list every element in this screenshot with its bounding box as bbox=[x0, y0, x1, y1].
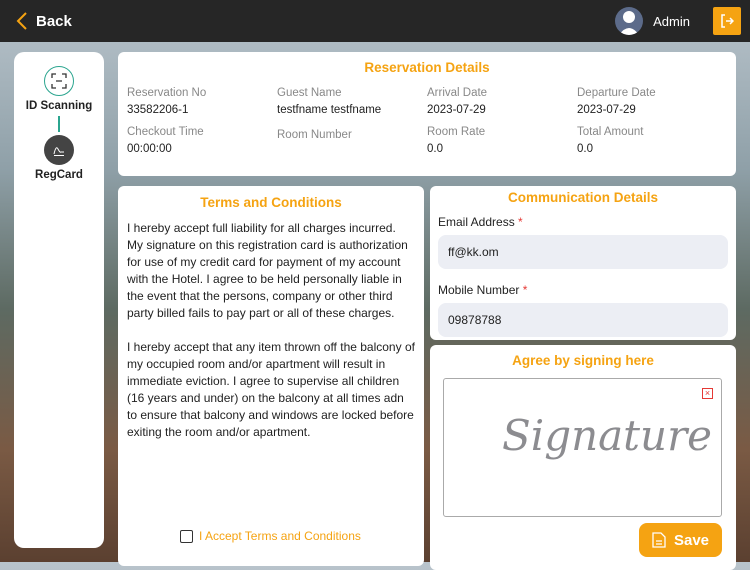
field-departure-date: Departure Date 2023-07-29 bbox=[577, 87, 656, 116]
signature-card: Agree by signing here × Signature Save bbox=[430, 345, 736, 570]
card-title: Communication Details bbox=[507, 190, 659, 205]
step-regcard[interactable]: RegCard bbox=[14, 135, 104, 181]
checkbox[interactable] bbox=[180, 529, 193, 543]
user-name: Admin bbox=[653, 13, 690, 29]
mobile-input[interactable]: 09878788 bbox=[438, 303, 728, 337]
back-button[interactable]: Back bbox=[16, 11, 72, 31]
step-id-scanning[interactable]: ID Scanning bbox=[14, 66, 104, 112]
field-checkout-time: Checkout Time 00:00:00 bbox=[127, 126, 204, 155]
mobile-label: Mobile Number * bbox=[438, 283, 528, 297]
signature-pad[interactable]: × Signature bbox=[443, 378, 722, 517]
back-label: Back bbox=[36, 12, 72, 30]
signature-icon bbox=[44, 135, 74, 165]
step-connector bbox=[58, 116, 60, 132]
field-guest-name: Guest Name testfname testfname bbox=[277, 87, 382, 116]
top-bar: Back Admin bbox=[0, 0, 750, 42]
user-menu[interactable]: Admin bbox=[615, 7, 690, 35]
terms-text: I hereby accept full liability for all c… bbox=[127, 221, 415, 439]
card-title: Agree by signing here bbox=[512, 353, 654, 368]
communication-card: Communication Details Email Address * ff… bbox=[430, 186, 736, 340]
email-input[interactable]: ff@kk.om bbox=[438, 235, 728, 269]
scan-icon bbox=[44, 66, 74, 96]
logout-button[interactable] bbox=[713, 7, 741, 35]
avatar bbox=[615, 7, 644, 35]
logout-icon bbox=[721, 14, 734, 28]
field-room-number: Room Number bbox=[277, 129, 352, 141]
accept-label: I Accept Terms and Conditions bbox=[199, 529, 361, 543]
signature-drawing: Signature bbox=[502, 411, 713, 460]
step-label: RegCard bbox=[35, 169, 83, 181]
clear-signature-button[interactable]: × bbox=[702, 388, 713, 399]
step-sidebar: ID Scanning RegCard bbox=[14, 52, 104, 548]
user-icon bbox=[619, 11, 640, 35]
card-title: Reservation Details bbox=[364, 60, 490, 75]
card-title: Terms and Conditions bbox=[200, 195, 342, 210]
terms-card: Terms and Conditions I hereby accept ful… bbox=[118, 186, 424, 566]
document-icon bbox=[652, 532, 666, 548]
accept-terms-checkbox[interactable]: I Accept Terms and Conditions bbox=[180, 529, 361, 543]
field-total-amount: Total Amount 0.0 bbox=[577, 126, 644, 155]
step-label: ID Scanning bbox=[25, 100, 93, 112]
save-button[interactable]: Save bbox=[639, 523, 722, 557]
field-arrival-date: Arrival Date 2023-07-29 bbox=[427, 87, 488, 116]
reservation-details-card: Reservation Details Reservation No 335822… bbox=[118, 52, 736, 176]
field-room-rate: Room Rate 0.0 bbox=[427, 126, 486, 155]
field-reservation-no: Reservation No 33582206-1 bbox=[127, 87, 207, 116]
email-label: Email Address * bbox=[438, 215, 523, 229]
chevron-left-icon bbox=[16, 12, 27, 30]
